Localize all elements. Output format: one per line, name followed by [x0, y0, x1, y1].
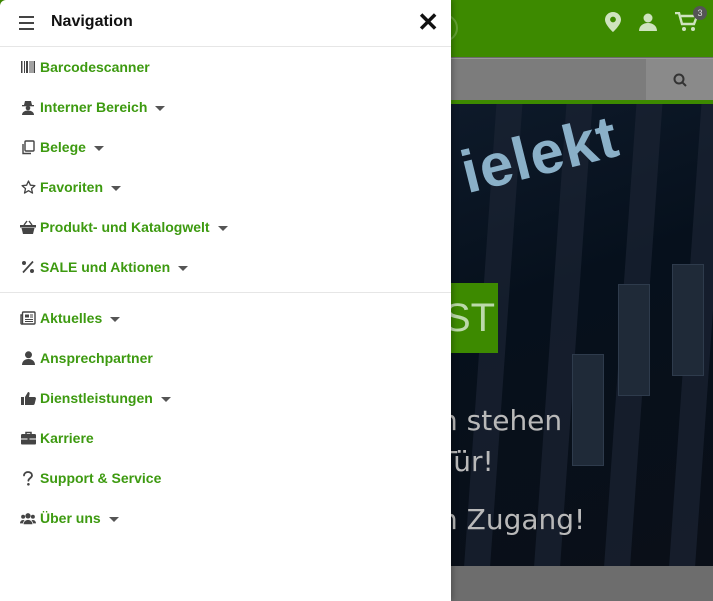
caret-down-icon[interactable] [110, 316, 121, 322]
account-icon[interactable] [639, 13, 657, 37]
caret-down-icon[interactable] [160, 396, 171, 402]
drawer-header: Navigation ✕ [0, 0, 451, 47]
search-button[interactable] [646, 59, 713, 101]
question-icon [20, 470, 36, 486]
menu-item-label: Favoriten [40, 179, 104, 195]
menu-item-label: Belege [40, 139, 86, 155]
menu-item-label: Interner Bereich [40, 99, 148, 115]
cart-icon[interactable]: 3 [675, 6, 707, 38]
menu-item-label: Support & Service [40, 470, 162, 486]
copy-icon [20, 139, 36, 155]
secondary-menu: Aktuelles Ansprechpartner Dienstleistungen… [0, 298, 451, 538]
caret-down-icon[interactable] [155, 105, 166, 111]
hero-text-line1: n stehen [440, 404, 563, 437]
location-icon[interactable] [605, 12, 621, 38]
menu-item-aktuelles[interactable]: Aktuelles [0, 298, 451, 338]
star-icon [20, 179, 36, 195]
caret-down-icon[interactable] [217, 225, 228, 231]
close-button[interactable]: ✕ [417, 8, 439, 36]
menu-item-karriere[interactable]: Karriere [0, 418, 451, 458]
header-icons: 3 [605, 6, 707, 38]
drawer-title: Navigation [51, 13, 133, 30]
basket-icon [20, 219, 36, 235]
menu-item-belege[interactable]: Belege [0, 127, 451, 167]
menu-item-barcodescanner[interactable]: Barcodescanner [0, 47, 451, 87]
percent-icon [20, 259, 36, 275]
caret-down-icon[interactable] [108, 516, 119, 522]
menu-item-label: Produkt- und Katalogwelt [40, 219, 210, 235]
hamburger-icon [19, 16, 34, 30]
menu-item-produkt-und-katalogwelt[interactable]: Produkt- und Katalogwelt [0, 207, 451, 247]
menu-item-interner-bereich[interactable]: Interner Bereich [0, 87, 451, 127]
menu-item-favoriten[interactable]: Favoriten [0, 167, 451, 207]
menu-item-dienstleistungen[interactable]: Dienstleistungen [0, 378, 451, 418]
users-icon [20, 510, 36, 526]
menu-item-label: Karriere [40, 430, 94, 446]
menu-item-label: SALE und Aktionen [40, 259, 171, 275]
user-secret-icon [20, 99, 36, 115]
caret-down-icon[interactable] [178, 265, 189, 271]
menu-divider [0, 292, 451, 293]
caret-down-icon[interactable] [93, 145, 104, 151]
menu-item-label: Ansprechpartner [40, 350, 153, 366]
briefcase-icon [20, 430, 36, 446]
menu-item-über-uns[interactable]: Über uns [0, 498, 451, 538]
menu-item-ansprechpartner[interactable]: Ansprechpartner [0, 338, 451, 378]
menu-item-support-service[interactable]: Support & Service [0, 458, 451, 498]
menu-item-sale-und-aktionen[interactable]: SALE und Aktionen [0, 247, 451, 287]
primary-menu: Barcodescanner Interner Bereich Belege Favo… [0, 47, 451, 287]
caret-down-icon[interactable] [111, 185, 122, 191]
user-icon [20, 350, 36, 366]
cart-count-badge: 3 [693, 6, 707, 20]
menu-item-label: Dienstleistungen [40, 390, 153, 406]
newspaper-icon [20, 310, 36, 326]
page-content-below [440, 566, 713, 601]
menu-item-label: Barcodescanner [40, 59, 150, 75]
navigation-drawer: Navigation ✕ Barcodescanner Interner Bere… [0, 0, 451, 601]
hero-text-line3: n Zugang! [440, 503, 586, 536]
search-bar[interactable] [440, 58, 713, 101]
hero-brand-text: ielekt [454, 104, 626, 206]
barcode-icon [20, 59, 36, 75]
menu-item-label: Aktuelles [40, 310, 103, 326]
thumbs-up-icon [20, 390, 36, 406]
menu-item-label: Über uns [40, 510, 101, 526]
search-icon [673, 73, 687, 87]
